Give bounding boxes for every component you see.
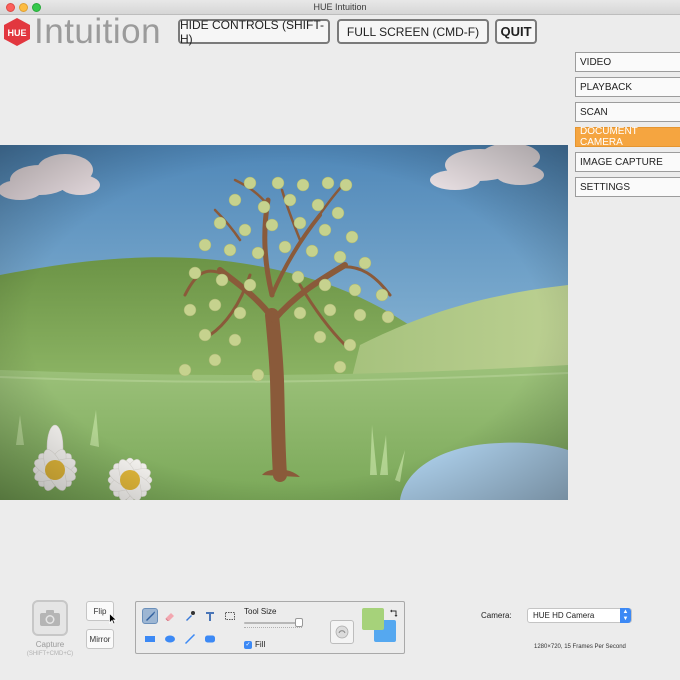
eyedropper-icon[interactable] <box>182 608 198 624</box>
sticker-button[interactable] <box>330 620 354 644</box>
menu-item-scan[interactable]: SCAN <box>575 102 680 122</box>
window-title: HUE Intuition <box>313 2 367 12</box>
marquee-select-icon[interactable] <box>222 608 238 624</box>
camera-label: Camera: <box>481 611 512 620</box>
annotation-tool-panel: Tool Size ✓ Fill <box>135 601 405 654</box>
mirror-button[interactable]: Mirror <box>86 629 114 649</box>
menu-item-settings[interactable]: SETTINGS <box>575 177 680 197</box>
hue-logo-icon: HUE <box>4 18 30 46</box>
tool-size-slider[interactable] <box>244 622 302 624</box>
brush-icon[interactable] <box>142 608 158 624</box>
hide-controls-button[interactable]: HIDE CONTROLS (SHIFT-H) <box>178 18 330 46</box>
logo-badge-text: HUE <box>7 28 26 38</box>
tool-size-slider-knob[interactable] <box>295 618 303 627</box>
ellipse-icon[interactable] <box>162 631 178 647</box>
menu-item-document-camera[interactable]: DOCUMENT CAMERA <box>575 126 680 148</box>
full-screen-button[interactable]: FULL SCREEN (CMD-F) <box>337 19 489 44</box>
camera-select[interactable]: HUE HD Camera ▲ ▼ <box>527 608 632 623</box>
fill-checkbox[interactable]: ✓ <box>244 641 252 649</box>
text-icon[interactable] <box>202 608 218 624</box>
camera-icon <box>40 610 60 626</box>
eraser-icon[interactable] <box>162 608 178 624</box>
capture-shortcut-hint: (SHIFT+CMD+C) <box>26 651 74 657</box>
menu-item-image-capture[interactable]: IMAGE CAPTURE <box>575 152 680 172</box>
tool-size-ticks <box>244 627 302 629</box>
menu-item-video[interactable]: VIDEO <box>575 52 680 72</box>
rounded-rect-icon[interactable] <box>202 631 218 647</box>
capture-label: Capture <box>35 640 65 649</box>
chevron-updown-icon: ▲ ▼ <box>620 608 631 623</box>
camera-select-value: HUE HD Camera <box>533 611 595 620</box>
capture-control: Capture (SHIFT+CMD+C) <box>24 600 76 657</box>
mouse-pointer-icon <box>109 613 117 625</box>
rectangle-icon[interactable] <box>142 631 158 647</box>
quit-button[interactable]: QUIT <box>495 19 537 44</box>
app-logo-text: Intuition <box>34 12 162 51</box>
camera-video-feed <box>0 145 568 500</box>
resolution-info: 1280×720, 15 Frames Per Second <box>534 644 626 650</box>
swap-colors-icon[interactable] <box>389 608 399 618</box>
line-icon[interactable] <box>182 631 198 647</box>
tool-size-label: Tool Size <box>244 607 277 616</box>
menu-item-playback[interactable]: PLAYBACK <box>575 77 680 97</box>
fill-label: Fill <box>255 640 266 649</box>
stamp-icon <box>335 625 349 639</box>
capture-button[interactable] <box>32 600 68 636</box>
foreground-color-swatch[interactable] <box>362 608 384 630</box>
